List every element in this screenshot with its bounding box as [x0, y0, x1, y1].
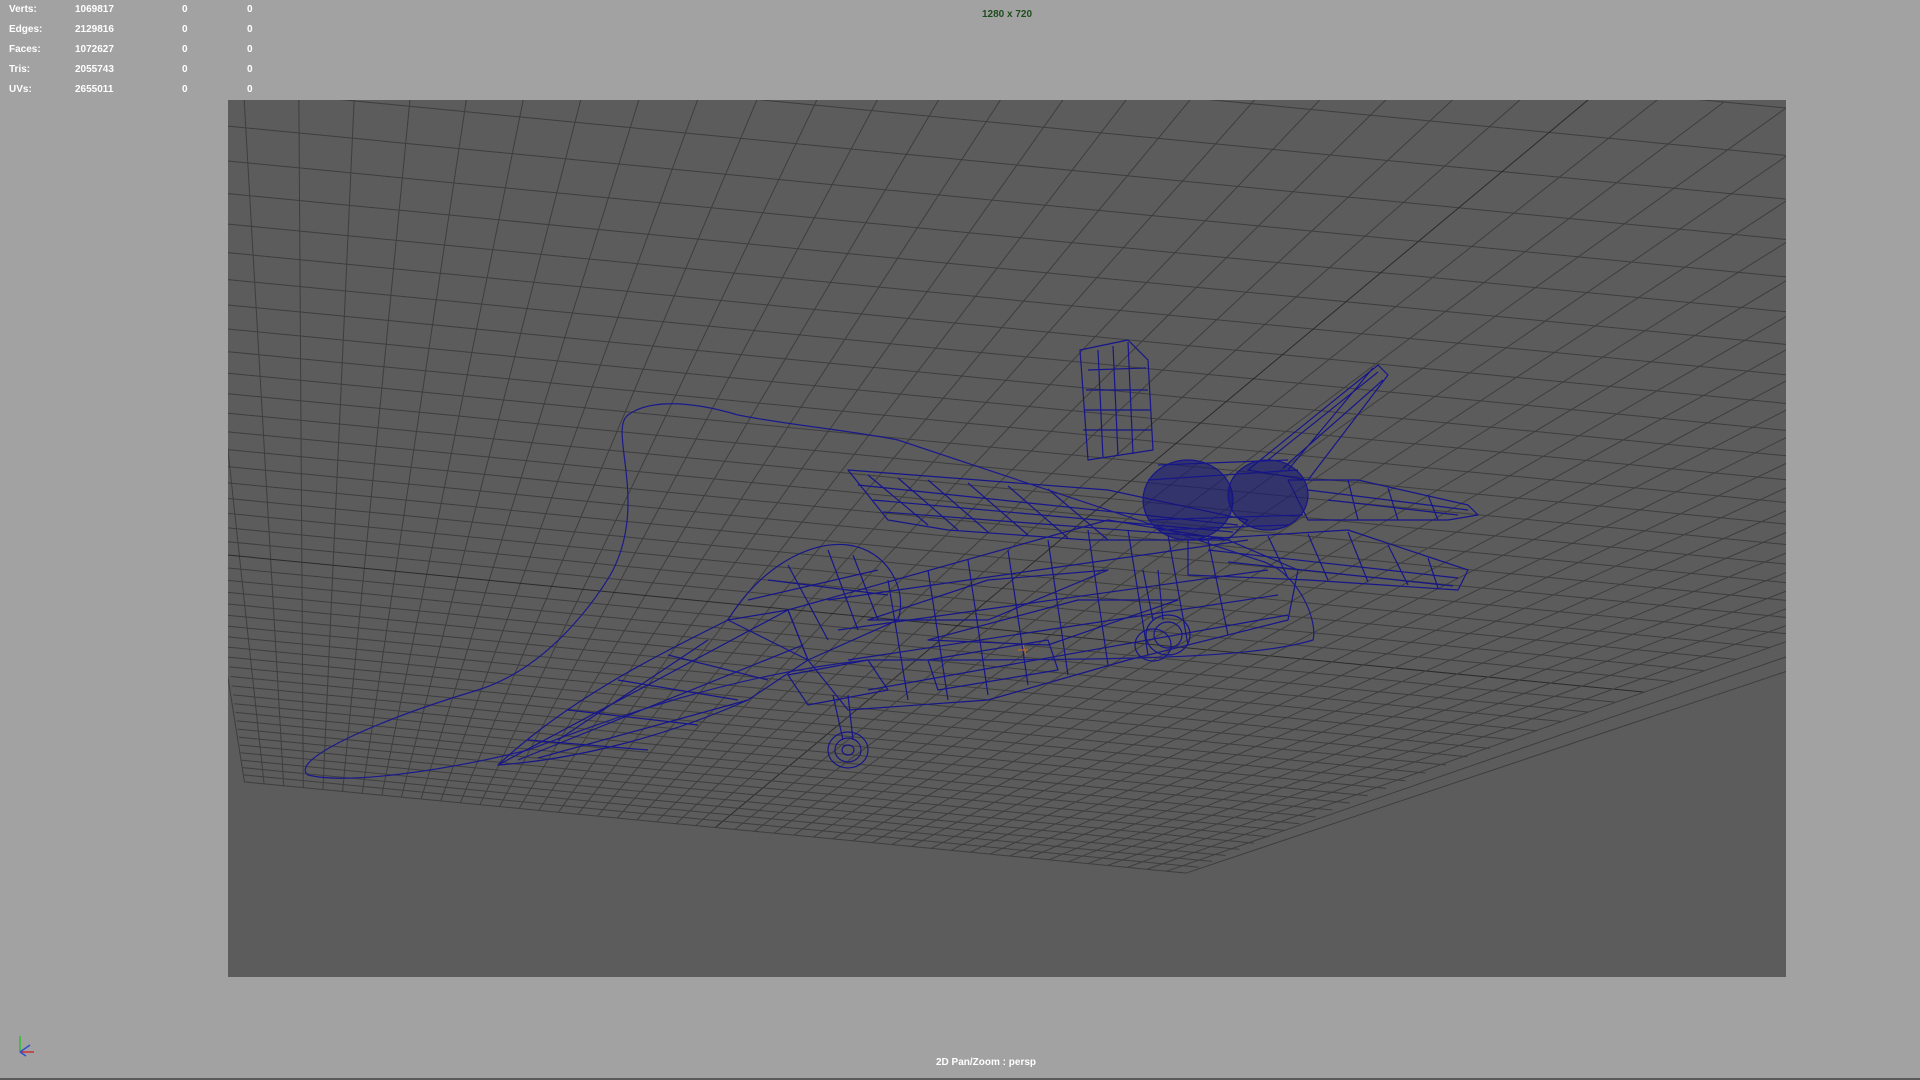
- grid-line: [242, 767, 1213, 862]
- grid-line: [228, 279, 1786, 431]
- grid-line: [228, 527, 1704, 672]
- grid-line: [228, 372, 1786, 525]
- grid-line: [228, 412, 1786, 565]
- grid-line: [228, 160, 1786, 313]
- camera-name-text: 2D Pan/Zoom : persp: [935, 1057, 1036, 1068]
- grid-line: [228, 646, 1447, 766]
- grid-line: [228, 603, 1537, 732]
- grid-line: [228, 446, 265, 784]
- grid-line: [228, 304, 1786, 457]
- grid-line: [298, 100, 304, 788]
- hud-component: 0: [247, 64, 253, 75]
- grid-line: [243, 774, 1199, 868]
- hud-component: 0: [247, 24, 253, 35]
- hud-total: 2129816: [75, 24, 114, 35]
- grid-line: [381, 100, 524, 796]
- grid-line: [420, 100, 640, 800]
- hud-row-tris: Tris: 2055743 0 0: [9, 60, 269, 80]
- grid-line: [1146, 641, 1786, 870]
- grid-line: [228, 351, 1786, 503]
- grid-line: [518, 100, 940, 809]
- hud-label: Tris:: [9, 64, 31, 75]
- grid-line: [228, 125, 1786, 278]
- grid-line: [228, 328, 1786, 481]
- resolution-text: 1280 x 720: [981, 9, 1033, 20]
- hud-selected: 0: [182, 24, 188, 35]
- scene-canvas[interactable]: [228, 100, 1786, 977]
- camera-name-label: 2D Pan/Zoom : persp: [0, 1057, 1920, 1068]
- hud-component: 0: [247, 44, 253, 55]
- grid-line: [695, 100, 1521, 826]
- grid-line: [1127, 625, 1786, 868]
- grid-line: [339, 100, 1786, 240]
- grid-line: [656, 100, 1387, 823]
- grid-line: [241, 759, 1226, 856]
- hud-selected: 0: [182, 64, 188, 75]
- hud-total: 1072627: [75, 44, 114, 55]
- resolution-gate-viewport[interactable]: [228, 100, 1786, 977]
- motion-path-curve[interactable]: [304, 403, 1315, 779]
- hud-row-uvs: UVs: 2655011 0 0: [9, 80, 269, 100]
- ground-grid: [228, 100, 1786, 874]
- hud-total: 2655011: [75, 84, 114, 95]
- grid-line: [636, 100, 1321, 821]
- grid-line: [228, 656, 1426, 774]
- grid-line: [243, 100, 285, 786]
- grid-line: [852, 280, 1786, 842]
- grid-line: [244, 781, 1187, 874]
- hud-component: 0: [247, 84, 253, 95]
- grid-line: [228, 466, 1786, 618]
- maya-viewport-window: Verts: 1069817 0 0 Edges: 2129816 0 0 Fa…: [0, 0, 1920, 1080]
- grid-line: [239, 744, 1254, 844]
- grid-line: [911, 380, 1786, 847]
- resolution-gate-label: 1280 x 720: [0, 9, 1920, 20]
- grid-line: [1208, 100, 1786, 156]
- hud-row-faces: Faces: 1072627 0 0: [9, 40, 269, 60]
- hud-total: 2055743: [75, 64, 114, 75]
- hud-selected: 0: [182, 84, 188, 95]
- hud-row-edges: Edges: 2129816 0 0: [9, 20, 269, 40]
- grid-line: [1698, 100, 1786, 109]
- hud-label: Faces:: [9, 44, 41, 55]
- grid-line: [872, 315, 1786, 844]
- grid-line: [577, 100, 1127, 815]
- hud-label: UVs:: [9, 84, 32, 95]
- grid-line: [228, 393, 1786, 546]
- grid-line: [228, 674, 245, 783]
- grid-line: [400, 100, 582, 798]
- grid-line: [228, 449, 1786, 601]
- grid-line: [342, 100, 411, 792]
- hud-selected: 0: [182, 44, 188, 55]
- axis-gizmo-icon: [14, 1030, 38, 1058]
- grid-line: [234, 703, 1333, 811]
- grid-line: [236, 720, 1300, 825]
- hud-label: Edges:: [9, 24, 43, 35]
